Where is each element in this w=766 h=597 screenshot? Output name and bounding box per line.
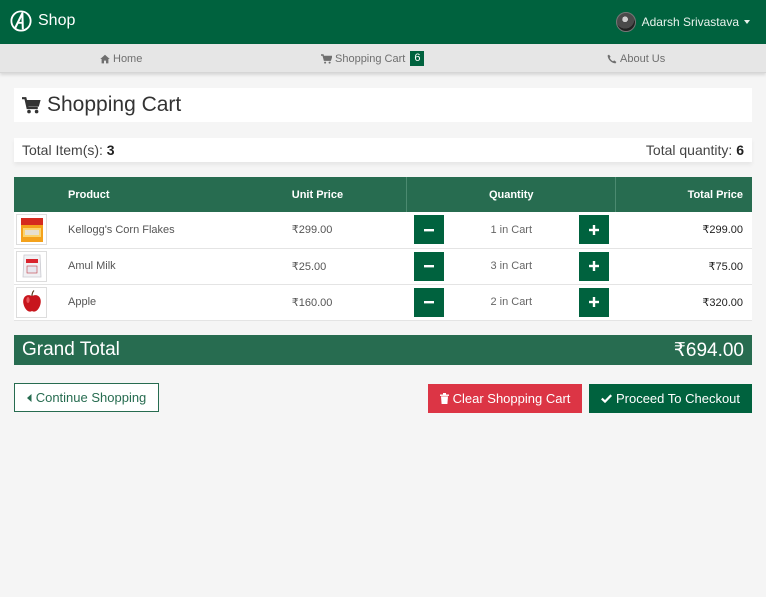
table-header-row: Product Unit Price Quantity Total Price bbox=[14, 177, 752, 212]
nav-home-link[interactable]: Home bbox=[100, 44, 142, 73]
cart-summary: Total Item(s): 3 Total quantity: 6 bbox=[14, 138, 752, 162]
cart-table: Product Unit Price Quantity Total Price … bbox=[14, 177, 752, 321]
increase-quantity-button[interactable] bbox=[578, 251, 609, 281]
minus-icon bbox=[423, 301, 434, 304]
row-total: ₹320.00 bbox=[702, 296, 743, 309]
caret-left-icon bbox=[26, 393, 32, 402]
apple-icon bbox=[22, 290, 41, 312]
brand[interactable]: Shop bbox=[10, 10, 75, 32]
clear-cart-button[interactable]: Clear Shopping Cart bbox=[428, 384, 582, 413]
header-image bbox=[14, 177, 68, 212]
proceed-to-checkout-button[interactable]: Proceed To Checkout bbox=[589, 384, 752, 413]
total-quantity-label: Total quantity: bbox=[645, 142, 733, 158]
page-title-card: Shopping Cart bbox=[14, 88, 752, 122]
clear-cart-label: Clear Shopping Cart bbox=[452, 391, 571, 406]
product-image bbox=[16, 286, 47, 318]
table-row: Amul Milk ₹25.00 3 in Cart ₹75.00 bbox=[14, 248, 752, 284]
total-items-value: 3 bbox=[106, 142, 115, 158]
nav-cart-label: Shopping Cart bbox=[335, 52, 406, 65]
quantity-stepper: 2 in Cart bbox=[407, 284, 616, 320]
phone-icon bbox=[607, 54, 617, 63]
top-header-bar: Shop Adarsh Srivastava bbox=[0, 0, 766, 44]
home-icon bbox=[100, 54, 110, 63]
cart-icon bbox=[321, 53, 332, 64]
plus-icon bbox=[588, 297, 599, 307]
table-row: Apple ₹160.00 2 in Cart ₹320.00 bbox=[14, 284, 752, 320]
plus-icon bbox=[588, 261, 599, 271]
quantity-value: 3 in Cart bbox=[490, 260, 533, 272]
continue-shopping-label: Continue Shopping bbox=[35, 390, 147, 405]
header-unit-price: Unit Price bbox=[291, 188, 344, 201]
table-row: Kellogg's Corn Flakes ₹299.00 1 in Cart … bbox=[14, 212, 752, 248]
quantity-value: 1 in Cart bbox=[490, 223, 533, 236]
user-name: Adarsh Srivastava bbox=[641, 15, 739, 29]
plus-icon bbox=[588, 224, 599, 235]
grand-total-label: Grand Total bbox=[22, 339, 120, 360]
header-product: Product bbox=[68, 188, 110, 201]
quantity-stepper: 3 in Cart bbox=[407, 248, 616, 284]
unit-price: ₹299.00 bbox=[291, 224, 333, 237]
nav-home-label: Home bbox=[113, 52, 143, 65]
caret-down-icon bbox=[744, 20, 750, 24]
nav-cart-link[interactable]: Shopping Cart 6 bbox=[321, 44, 425, 73]
decrease-quantity-button[interactable] bbox=[413, 215, 444, 245]
header-total-price: Total Price bbox=[687, 188, 743, 201]
increase-quantity-button[interactable] bbox=[578, 215, 609, 245]
user-menu[interactable]: Adarsh Srivastava bbox=[615, 12, 750, 32]
continue-shopping-button[interactable]: Continue Shopping bbox=[14, 383, 159, 412]
page-title: Shopping Cart bbox=[47, 93, 182, 116]
decrease-quantity-button[interactable] bbox=[413, 287, 444, 317]
total-quantity: Total quantity: 6 bbox=[646, 142, 744, 158]
milk-pouch-icon bbox=[22, 254, 41, 278]
total-items-label: Total Item(s): bbox=[22, 142, 103, 158]
increase-quantity-button[interactable] bbox=[578, 287, 609, 317]
unit-price: ₹25.00 bbox=[291, 260, 327, 273]
minus-icon bbox=[423, 228, 434, 232]
product-image bbox=[16, 250, 47, 282]
quantity-stepper: 1 in Cart bbox=[407, 212, 616, 248]
grand-total-bar: Grand Total ₹694.00 bbox=[14, 335, 752, 365]
avatar bbox=[615, 12, 636, 32]
trash-icon bbox=[439, 393, 449, 404]
main-nav: Home Shopping Cart 6 About Us bbox=[0, 44, 766, 73]
cart-count-badge: 6 bbox=[410, 51, 425, 66]
decrease-quantity-button[interactable] bbox=[413, 251, 444, 281]
shopping-cart-icon bbox=[22, 96, 41, 113]
unit-price: ₹160.00 bbox=[291, 296, 333, 309]
checkout-label: Proceed To Checkout bbox=[615, 391, 741, 406]
brand-name: Shop bbox=[38, 12, 76, 29]
row-total: ₹75.00 bbox=[708, 260, 743, 273]
brand-logo-icon bbox=[10, 10, 32, 32]
check-icon bbox=[601, 394, 612, 403]
row-total: ₹299.00 bbox=[702, 224, 743, 237]
total-items: Total Item(s): 3 bbox=[22, 142, 115, 158]
quantity-value: 2 in Cart bbox=[490, 296, 533, 308]
product-image bbox=[16, 214, 47, 246]
nav-about-label: About Us bbox=[620, 52, 666, 65]
product-name: Apple bbox=[68, 296, 97, 308]
nav-about-link[interactable]: About Us bbox=[607, 44, 665, 73]
minus-icon bbox=[423, 265, 434, 268]
header-quantity: Quantity bbox=[406, 177, 617, 212]
product-name: Kellogg's Corn Flakes bbox=[68, 223, 175, 236]
grand-total-value: ₹694.00 bbox=[673, 339, 744, 361]
cornflakes-box-icon bbox=[20, 217, 43, 242]
product-name: Amul Milk bbox=[68, 260, 116, 272]
total-quantity-value: 6 bbox=[736, 142, 744, 158]
